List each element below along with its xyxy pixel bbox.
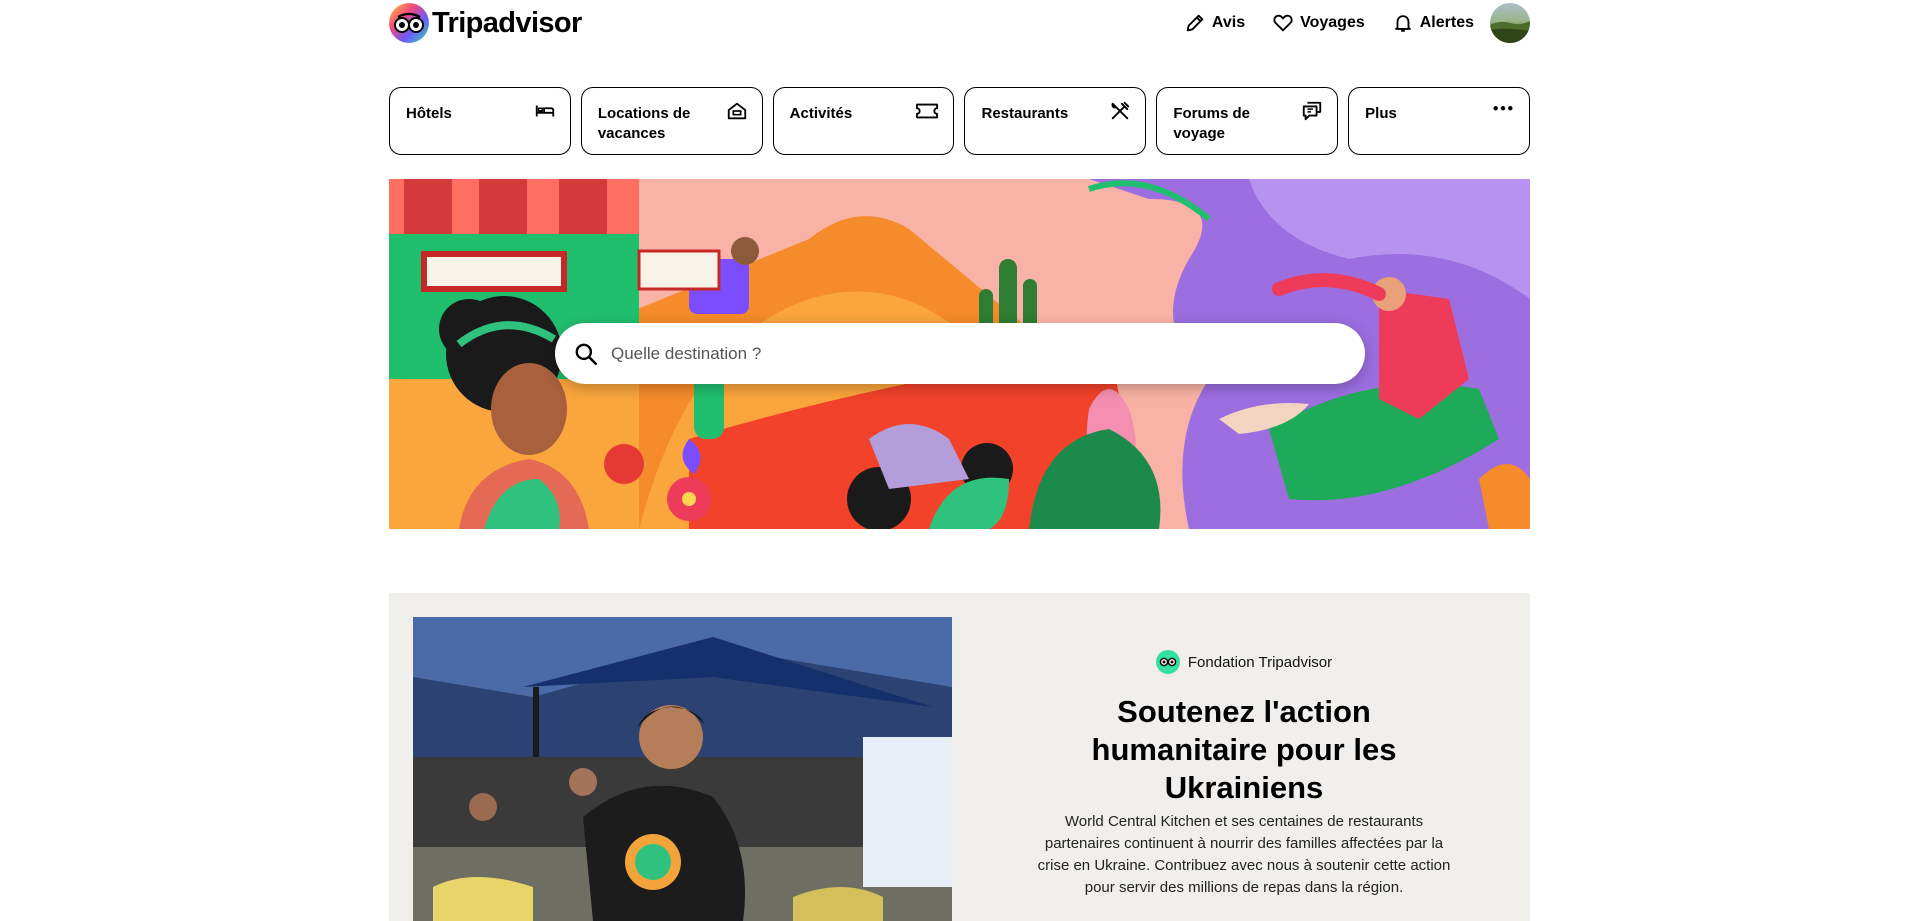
chat-bubbles-icon (1302, 101, 1322, 121)
owl-logo-icon (389, 3, 429, 43)
foundation-badge-label: Fondation Tripadvisor (1187, 653, 1333, 671)
hero-banner (389, 179, 1530, 529)
destination-search[interactable] (555, 323, 1365, 384)
foundation-body: World Central Kitchen et ses centaines d… (1037, 813, 1451, 896)
nav-trips-label: Voyages (1300, 14, 1365, 31)
category-tiles: Hôtels Locations de vacances Activités R… (389, 87, 1530, 155)
tile-restaurants-label: Restaurants (981, 105, 1069, 122)
nav-reviews-label: Avis (1211, 14, 1246, 31)
tripadvisor-logo[interactable]: Tripadvisor (389, 3, 582, 43)
foundation-title: Soutenez l'action humanitaire pour les U… (1091, 694, 1397, 805)
bed-icon (535, 105, 554, 117)
foundation-promo: Fondation Tripadvisor Soutenez l'action … (389, 593, 1530, 921)
owl-badge-icon (1155, 650, 1180, 674)
foundation-badge: Fondation Tripadvisor (1029, 650, 1459, 674)
search-input[interactable] (611, 343, 1311, 364)
nav-trips[interactable]: Voyages (1272, 12, 1365, 34)
volunteer-photo (413, 617, 952, 921)
tile-vacation-rentals[interactable]: Locations de vacances (580, 87, 763, 155)
nav-reviews[interactable]: Avis (1184, 12, 1245, 34)
utensils-icon (1111, 101, 1130, 120)
nav-alerts[interactable]: Alertes (1392, 12, 1474, 34)
user-avatar[interactable] (1490, 3, 1530, 43)
ticket-icon (916, 103, 939, 119)
tile-vacation-rentals-label: Locations de vacances (597, 105, 691, 142)
tile-hotels[interactable]: Hôtels (389, 87, 571, 155)
nav-alerts-label: Alertes (1419, 14, 1474, 31)
tile-activities-label: Activités (789, 105, 853, 122)
bell-icon (1394, 15, 1411, 32)
more-dots-icon (1493, 106, 1513, 111)
search-icon (575, 343, 598, 365)
tile-more[interactable]: Plus (1348, 87, 1530, 155)
pencil-icon (1186, 14, 1204, 32)
site-header: Tripadvisor Avis Voyages Alertes (389, 0, 1530, 48)
tile-restaurants[interactable]: Restaurants (964, 87, 1147, 155)
top-nav: Avis Voyages Alertes (1157, 3, 1530, 43)
tile-more-label: Plus (1365, 105, 1397, 122)
foundation-text: Fondation Tripadvisor Soutenez l'action … (1029, 593, 1459, 899)
tile-activities[interactable]: Activités (772, 87, 955, 155)
tile-hotels-label: Hôtels (406, 105, 452, 122)
house-icon (727, 102, 746, 120)
heart-icon (1273, 14, 1293, 32)
tile-travel-forums[interactable]: Forums de voyage (1156, 87, 1339, 155)
tile-travel-forums-label: Forums de voyage (1173, 105, 1250, 142)
logo-wordmark: Tripadvisor (432, 6, 582, 39)
